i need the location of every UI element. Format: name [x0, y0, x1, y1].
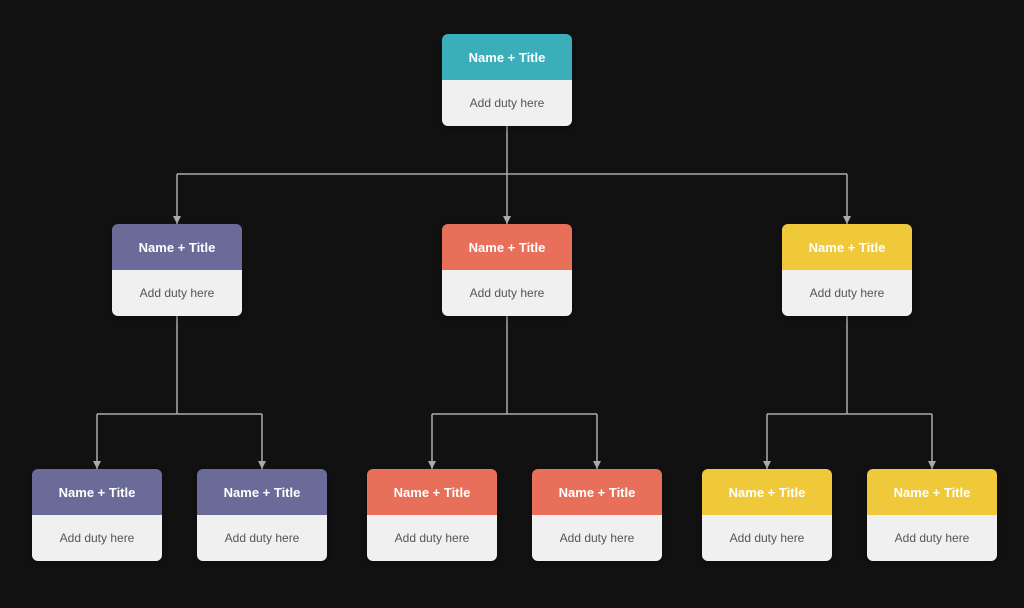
node-mid-left-body: Add duty here	[112, 270, 242, 316]
node-bot-ll[interactable]: Name + Title Add duty here	[32, 469, 162, 561]
node-root-header: Name + Title	[442, 34, 572, 80]
node-bot-ll-duty: Add duty here	[60, 531, 135, 545]
node-mid-center-duty: Add duty here	[470, 286, 545, 300]
node-bot-cr-duty: Add duty here	[560, 531, 635, 545]
node-mid-center-label: Name + Title	[469, 240, 546, 255]
node-bot-ll-body: Add duty here	[32, 515, 162, 561]
node-root[interactable]: Name + Title Add duty here	[442, 34, 572, 126]
node-mid-right-duty: Add duty here	[810, 286, 885, 300]
node-bot-rr[interactable]: Name + Title Add duty here	[867, 469, 997, 561]
node-bot-cl-body: Add duty here	[367, 515, 497, 561]
node-bot-rr-duty: Add duty here	[895, 531, 970, 545]
node-mid-left-header: Name + Title	[112, 224, 242, 270]
node-bot-lr-header: Name + Title	[197, 469, 327, 515]
node-mid-left[interactable]: Name + Title Add duty here	[112, 224, 242, 316]
node-bot-rl-body: Add duty here	[702, 515, 832, 561]
node-bot-cl-duty: Add duty here	[395, 531, 470, 545]
node-bot-rr-label: Name + Title	[894, 485, 971, 500]
node-mid-left-duty: Add duty here	[140, 286, 215, 300]
node-root-duty: Add duty here	[470, 96, 545, 110]
node-mid-right-body: Add duty here	[782, 270, 912, 316]
node-bot-cr-body: Add duty here	[532, 515, 662, 561]
node-bot-rr-header: Name + Title	[867, 469, 997, 515]
node-bot-lr-duty: Add duty here	[225, 531, 300, 545]
node-bot-cr-label: Name + Title	[559, 485, 636, 500]
node-bot-rl[interactable]: Name + Title Add duty here	[702, 469, 832, 561]
node-mid-right-header: Name + Title	[782, 224, 912, 270]
node-bot-cr-header: Name + Title	[532, 469, 662, 515]
node-mid-left-label: Name + Title	[139, 240, 216, 255]
node-bot-rr-body: Add duty here	[867, 515, 997, 561]
node-root-body: Add duty here	[442, 80, 572, 126]
node-bot-cl-header: Name + Title	[367, 469, 497, 515]
node-bot-lr-label: Name + Title	[224, 485, 301, 500]
node-bot-lr-body: Add duty here	[197, 515, 327, 561]
node-mid-center[interactable]: Name + Title Add duty here	[442, 224, 572, 316]
node-bot-rl-duty: Add duty here	[730, 531, 805, 545]
node-bot-cr[interactable]: Name + Title Add duty here	[532, 469, 662, 561]
node-bot-cl-label: Name + Title	[394, 485, 471, 500]
node-bot-rl-label: Name + Title	[729, 485, 806, 500]
node-mid-right-label: Name + Title	[809, 240, 886, 255]
node-mid-center-body: Add duty here	[442, 270, 572, 316]
node-root-label: Name + Title	[469, 50, 546, 65]
node-mid-center-header: Name + Title	[442, 224, 572, 270]
node-bot-cl[interactable]: Name + Title Add duty here	[367, 469, 497, 561]
node-bot-rl-header: Name + Title	[702, 469, 832, 515]
node-bot-lr[interactable]: Name + Title Add duty here	[197, 469, 327, 561]
node-bot-ll-header: Name + Title	[32, 469, 162, 515]
org-chart: Name + Title Add duty here Name + Title …	[22, 14, 1002, 594]
node-bot-ll-label: Name + Title	[59, 485, 136, 500]
node-mid-right[interactable]: Name + Title Add duty here	[782, 224, 912, 316]
